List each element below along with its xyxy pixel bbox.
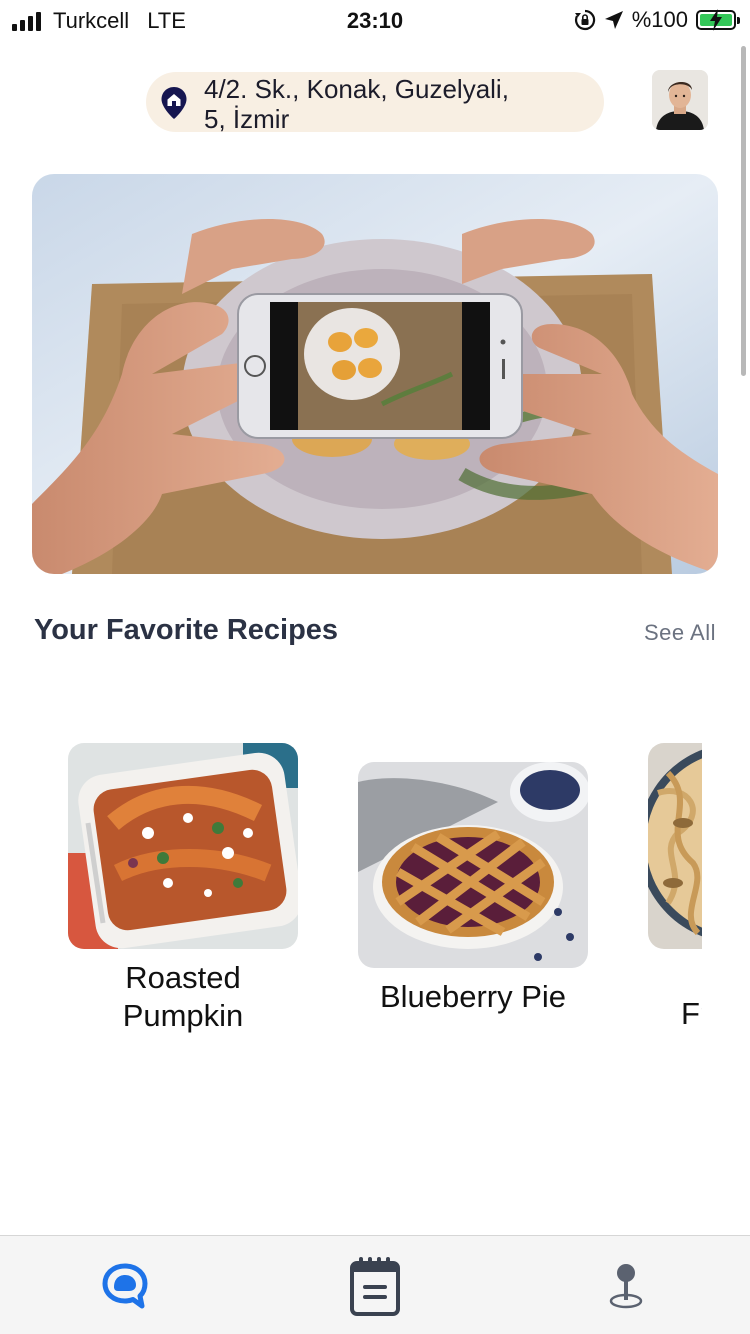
tab-location[interactable] — [586, 1246, 666, 1326]
roasted-pumpkin-photo — [68, 743, 298, 949]
hero-banner-image[interactable] — [32, 174, 718, 574]
app-screen: Turkcell LTE 23:10 %100 4/2. Sk., Konak,… — [0, 0, 750, 1334]
battery-percent: %100 — [631, 7, 688, 32]
recipe-carousel[interactable]: Roasted Pumpkin Blueberry Pie F — [0, 730, 702, 1060]
blueberry-pie-photo — [358, 762, 588, 968]
battery-icon — [696, 9, 740, 31]
address-selector[interactable]: 4/2. Sk., Konak, Guzelyali, 5, İzmir — [146, 72, 604, 134]
pasta-photo — [648, 743, 702, 949]
tab-chat[interactable] — [85, 1246, 165, 1326]
user-avatar[interactable] — [652, 70, 708, 130]
location-arrow-icon — [604, 11, 623, 29]
location-pin-icon — [609, 1264, 643, 1309]
notepad-icon — [350, 1257, 400, 1316]
see-all-link[interactable]: See All — [644, 620, 716, 646]
orientation-lock-icon — [574, 9, 595, 31]
address-line-2: 5, İzmir — [204, 104, 290, 134]
bottom-tab-bar — [0, 1235, 750, 1334]
tab-notes[interactable] — [335, 1246, 415, 1326]
recipe-name: Roasted Pumpkin — [122, 960, 244, 1033]
recipe-card[interactable]: Fr — [648, 743, 702, 1033]
status-bar: Turkcell LTE 23:10 %100 — [0, 0, 750, 42]
recipe-name: Fr — [681, 996, 702, 1031]
address-line-1: 4/2. Sk., Konak, Guzelyali, — [204, 74, 509, 104]
recipe-name: Blueberry Pie — [379, 979, 567, 1014]
recipe-card[interactable]: Blueberry Pie — [358, 762, 588, 1016]
recipe-card[interactable]: Roasted Pumpkin — [68, 743, 298, 1035]
scrollbar[interactable] — [741, 46, 746, 376]
status-right: %100 — [574, 7, 740, 33]
section-title: Your Favorite Recipes — [34, 614, 339, 646]
chat-bubble-icon — [102, 1263, 148, 1309]
address-text: 4/2. Sk., Konak, Guzelyali, 5, İzmir — [204, 74, 584, 134]
home-pin-icon — [161, 87, 187, 119]
